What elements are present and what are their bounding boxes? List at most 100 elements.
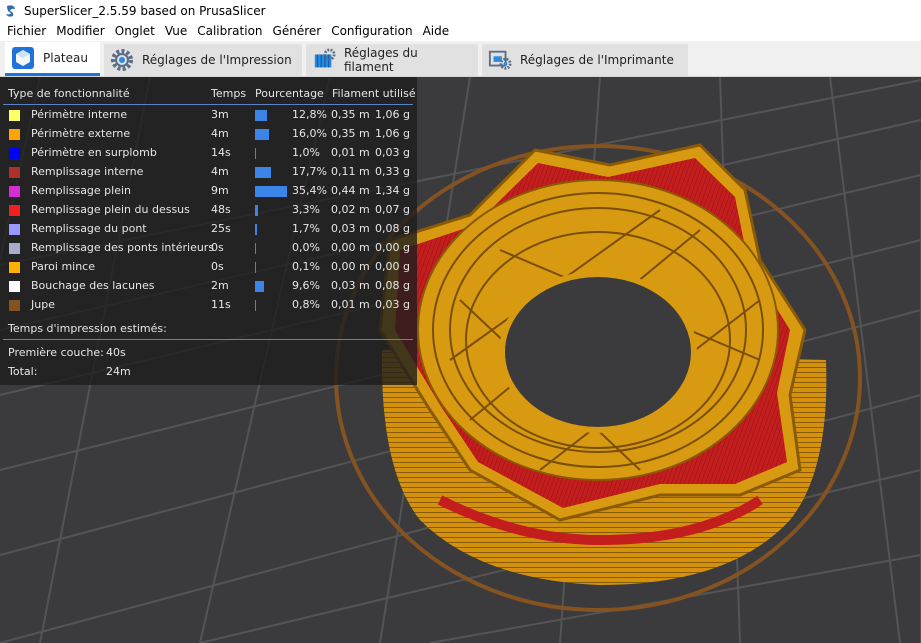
first-layer-value: 40s bbox=[106, 346, 126, 359]
legend-row[interactable]: Périmètre en surplomb 14s 1,0% 0,01 m 0,03 g bbox=[0, 144, 417, 163]
legend-feature-weight: 1,34 g bbox=[375, 184, 410, 197]
legend-row[interactable]: Paroi mince 0s 0,1% 0,00 m 0,00 g bbox=[0, 258, 417, 277]
legend-color-swatch bbox=[8, 109, 21, 122]
legend-color-swatch bbox=[8, 242, 21, 255]
legend-feature-percent: 1,7% bbox=[292, 222, 320, 235]
legend-feature-percent: 35,4% bbox=[292, 184, 327, 197]
legend-feature-length: 0,01 m bbox=[331, 298, 370, 311]
legend-feature-percent: 17,7% bbox=[292, 165, 327, 178]
legend-feature-length: 0,11 m bbox=[331, 165, 370, 178]
legend-row[interactable]: Remplissage plein 9m 35,4% 0,44 m 1,34 g bbox=[0, 182, 417, 201]
legend-feature-percent: 1,0% bbox=[292, 146, 320, 159]
legend-color-swatch bbox=[8, 185, 21, 198]
menu-generer[interactable]: Générer bbox=[268, 21, 327, 41]
legend-header-time: Temps bbox=[211, 87, 247, 100]
legend-feature-time: 11s bbox=[211, 298, 231, 311]
legend-feature-length: 0,02 m bbox=[331, 203, 370, 216]
legend-feature-time: 14s bbox=[211, 146, 231, 159]
legend-header-divider bbox=[3, 104, 413, 105]
legend-header-type: Type de fonctionnalité bbox=[8, 87, 130, 100]
printer-gear-icon bbox=[488, 48, 512, 72]
legend-feature-length: 0,01 m bbox=[331, 146, 370, 159]
legend-color-swatch bbox=[8, 280, 21, 293]
legend-row[interactable]: Remplissage interne 4m 17,7% 0,11 m 0,33 g bbox=[0, 163, 417, 182]
legend-feature-name: Périmètre interne bbox=[31, 108, 128, 121]
legend-feature-time: 0s bbox=[211, 241, 224, 254]
window-title: SuperSlicer_2.5.59 based on PrusaSlicer bbox=[24, 3, 266, 18]
legend-feature-length: 0,35 m bbox=[331, 108, 370, 121]
legend-feature-name: Jupe bbox=[31, 298, 55, 311]
tab-reglages-impression[interactable]: Réglages de l'Impression bbox=[104, 44, 302, 76]
legend-feature-weight: 0,03 g bbox=[375, 146, 410, 159]
legend-percent-bar bbox=[255, 262, 256, 273]
legend-row[interactable]: Remplissage des ponts intérieurs 0s 0,0% 0,… bbox=[0, 239, 417, 258]
legend-feature-length: 0,44 m bbox=[331, 184, 370, 197]
title-bar: SuperSlicer_2.5.59 based on PrusaSlicer bbox=[0, 0, 921, 21]
legend-feature-name: Remplissage interne bbox=[31, 165, 144, 178]
legend-feature-percent: 12,8% bbox=[292, 108, 327, 121]
legend-header-percent: Pourcentage bbox=[255, 87, 324, 100]
menu-bar: Fichier Modifier Onglet Vue Calibration … bbox=[0, 21, 921, 41]
legend-color-swatch bbox=[8, 166, 21, 179]
tab-reglages-imprimante[interactable]: Réglages de l'Imprimante bbox=[482, 44, 688, 76]
legend-feature-weight: 0,03 g bbox=[375, 298, 410, 311]
gear-icon bbox=[110, 48, 134, 72]
legend-percent-bar bbox=[255, 300, 256, 311]
legend-feature-weight: 0,00 g bbox=[375, 260, 410, 273]
legend-feature-name: Remplissage du pont bbox=[31, 222, 147, 235]
legend-feature-weight: 0,08 g bbox=[375, 222, 410, 235]
legend-feature-percent: 3,3% bbox=[292, 203, 320, 216]
legend-row[interactable]: Jupe 11s 0,8% 0,01 m 0,03 g bbox=[0, 296, 417, 315]
superslicer-logo-icon bbox=[6, 4, 15, 17]
legend-feature-length: 0,03 m bbox=[331, 222, 370, 235]
legend-percent-bar bbox=[255, 205, 258, 216]
printed-object bbox=[378, 143, 827, 585]
menu-onglet[interactable]: Onglet bbox=[110, 21, 160, 41]
legend-feature-time: 25s bbox=[211, 222, 231, 235]
menu-vue[interactable]: Vue bbox=[160, 21, 192, 41]
legend-feature-percent: 0,0% bbox=[292, 241, 320, 254]
estimated-times-label: Temps d'impression estimés: bbox=[8, 322, 167, 335]
tab-reglages-filament[interactable]: Réglages du filament bbox=[306, 44, 478, 76]
menu-modifier[interactable]: Modifier bbox=[51, 21, 110, 41]
legend-feature-weight: 0,00 g bbox=[375, 241, 410, 254]
tab-plateau[interactable]: Plateau bbox=[5, 42, 100, 76]
legend-feature-time: 9m bbox=[211, 184, 229, 197]
legend-color-swatch bbox=[8, 261, 21, 274]
tab-impression-label: Réglages de l'Impression bbox=[142, 53, 292, 67]
menu-configuration[interactable]: Configuration bbox=[326, 21, 417, 41]
legend-feature-name: Paroi mince bbox=[31, 260, 96, 273]
legend-feature-weight: 0,07 g bbox=[375, 203, 410, 216]
object-center-hole bbox=[499, 271, 697, 433]
legend-feature-length: 0,00 m bbox=[331, 260, 370, 273]
cube-icon bbox=[11, 46, 35, 70]
legend-percent-bar bbox=[255, 243, 256, 254]
total-value: 24m bbox=[106, 365, 131, 378]
legend-row[interactable]: Remplissage plein du dessus 48s 3,3% 0,02 m… bbox=[0, 201, 417, 220]
legend-feature-name: Remplissage plein du dessus bbox=[31, 203, 190, 216]
legend-feature-length: 0,03 m bbox=[331, 279, 370, 292]
legend-percent-bar bbox=[255, 129, 269, 140]
menu-aide[interactable]: Aide bbox=[418, 21, 455, 41]
legend-feature-percent: 0,1% bbox=[292, 260, 320, 273]
legend-feature-name: Bouchage des lacunes bbox=[31, 279, 155, 292]
menu-calibration[interactable]: Calibration bbox=[192, 21, 267, 41]
menu-fichier[interactable]: Fichier bbox=[2, 21, 51, 41]
first-layer-label: Première couche: bbox=[8, 346, 104, 359]
legend-feature-weight: 1,06 g bbox=[375, 108, 410, 121]
legend-feature-weight: 0,08 g bbox=[375, 279, 410, 292]
legend-feature-length: 0,00 m bbox=[331, 241, 370, 254]
legend-feature-time: 0s bbox=[211, 260, 224, 273]
legend-feature-name: Périmètre en surplomb bbox=[31, 146, 157, 159]
legend-percent-bar bbox=[255, 281, 264, 292]
legend-color-swatch bbox=[8, 299, 21, 312]
legend-feature-time: 4m bbox=[211, 165, 229, 178]
legend-row[interactable]: Bouchage des lacunes 2m 9,6% 0,03 m 0,08 g bbox=[0, 277, 417, 296]
legend-feature-weight: 1,06 g bbox=[375, 127, 410, 140]
legend-row[interactable]: Périmètre interne 3m 12,8% 0,35 m 1,06 g bbox=[0, 106, 417, 125]
legend-color-swatch bbox=[8, 128, 21, 141]
legend-row[interactable]: Remplissage du pont 25s 1,7% 0,03 m 0,08 g bbox=[0, 220, 417, 239]
tab-plateau-label: Plateau bbox=[43, 50, 88, 65]
legend-row[interactable]: Périmètre externe 4m 16,0% 0,35 m 1,06 g bbox=[0, 125, 417, 144]
legend-percent-bar bbox=[255, 148, 256, 159]
